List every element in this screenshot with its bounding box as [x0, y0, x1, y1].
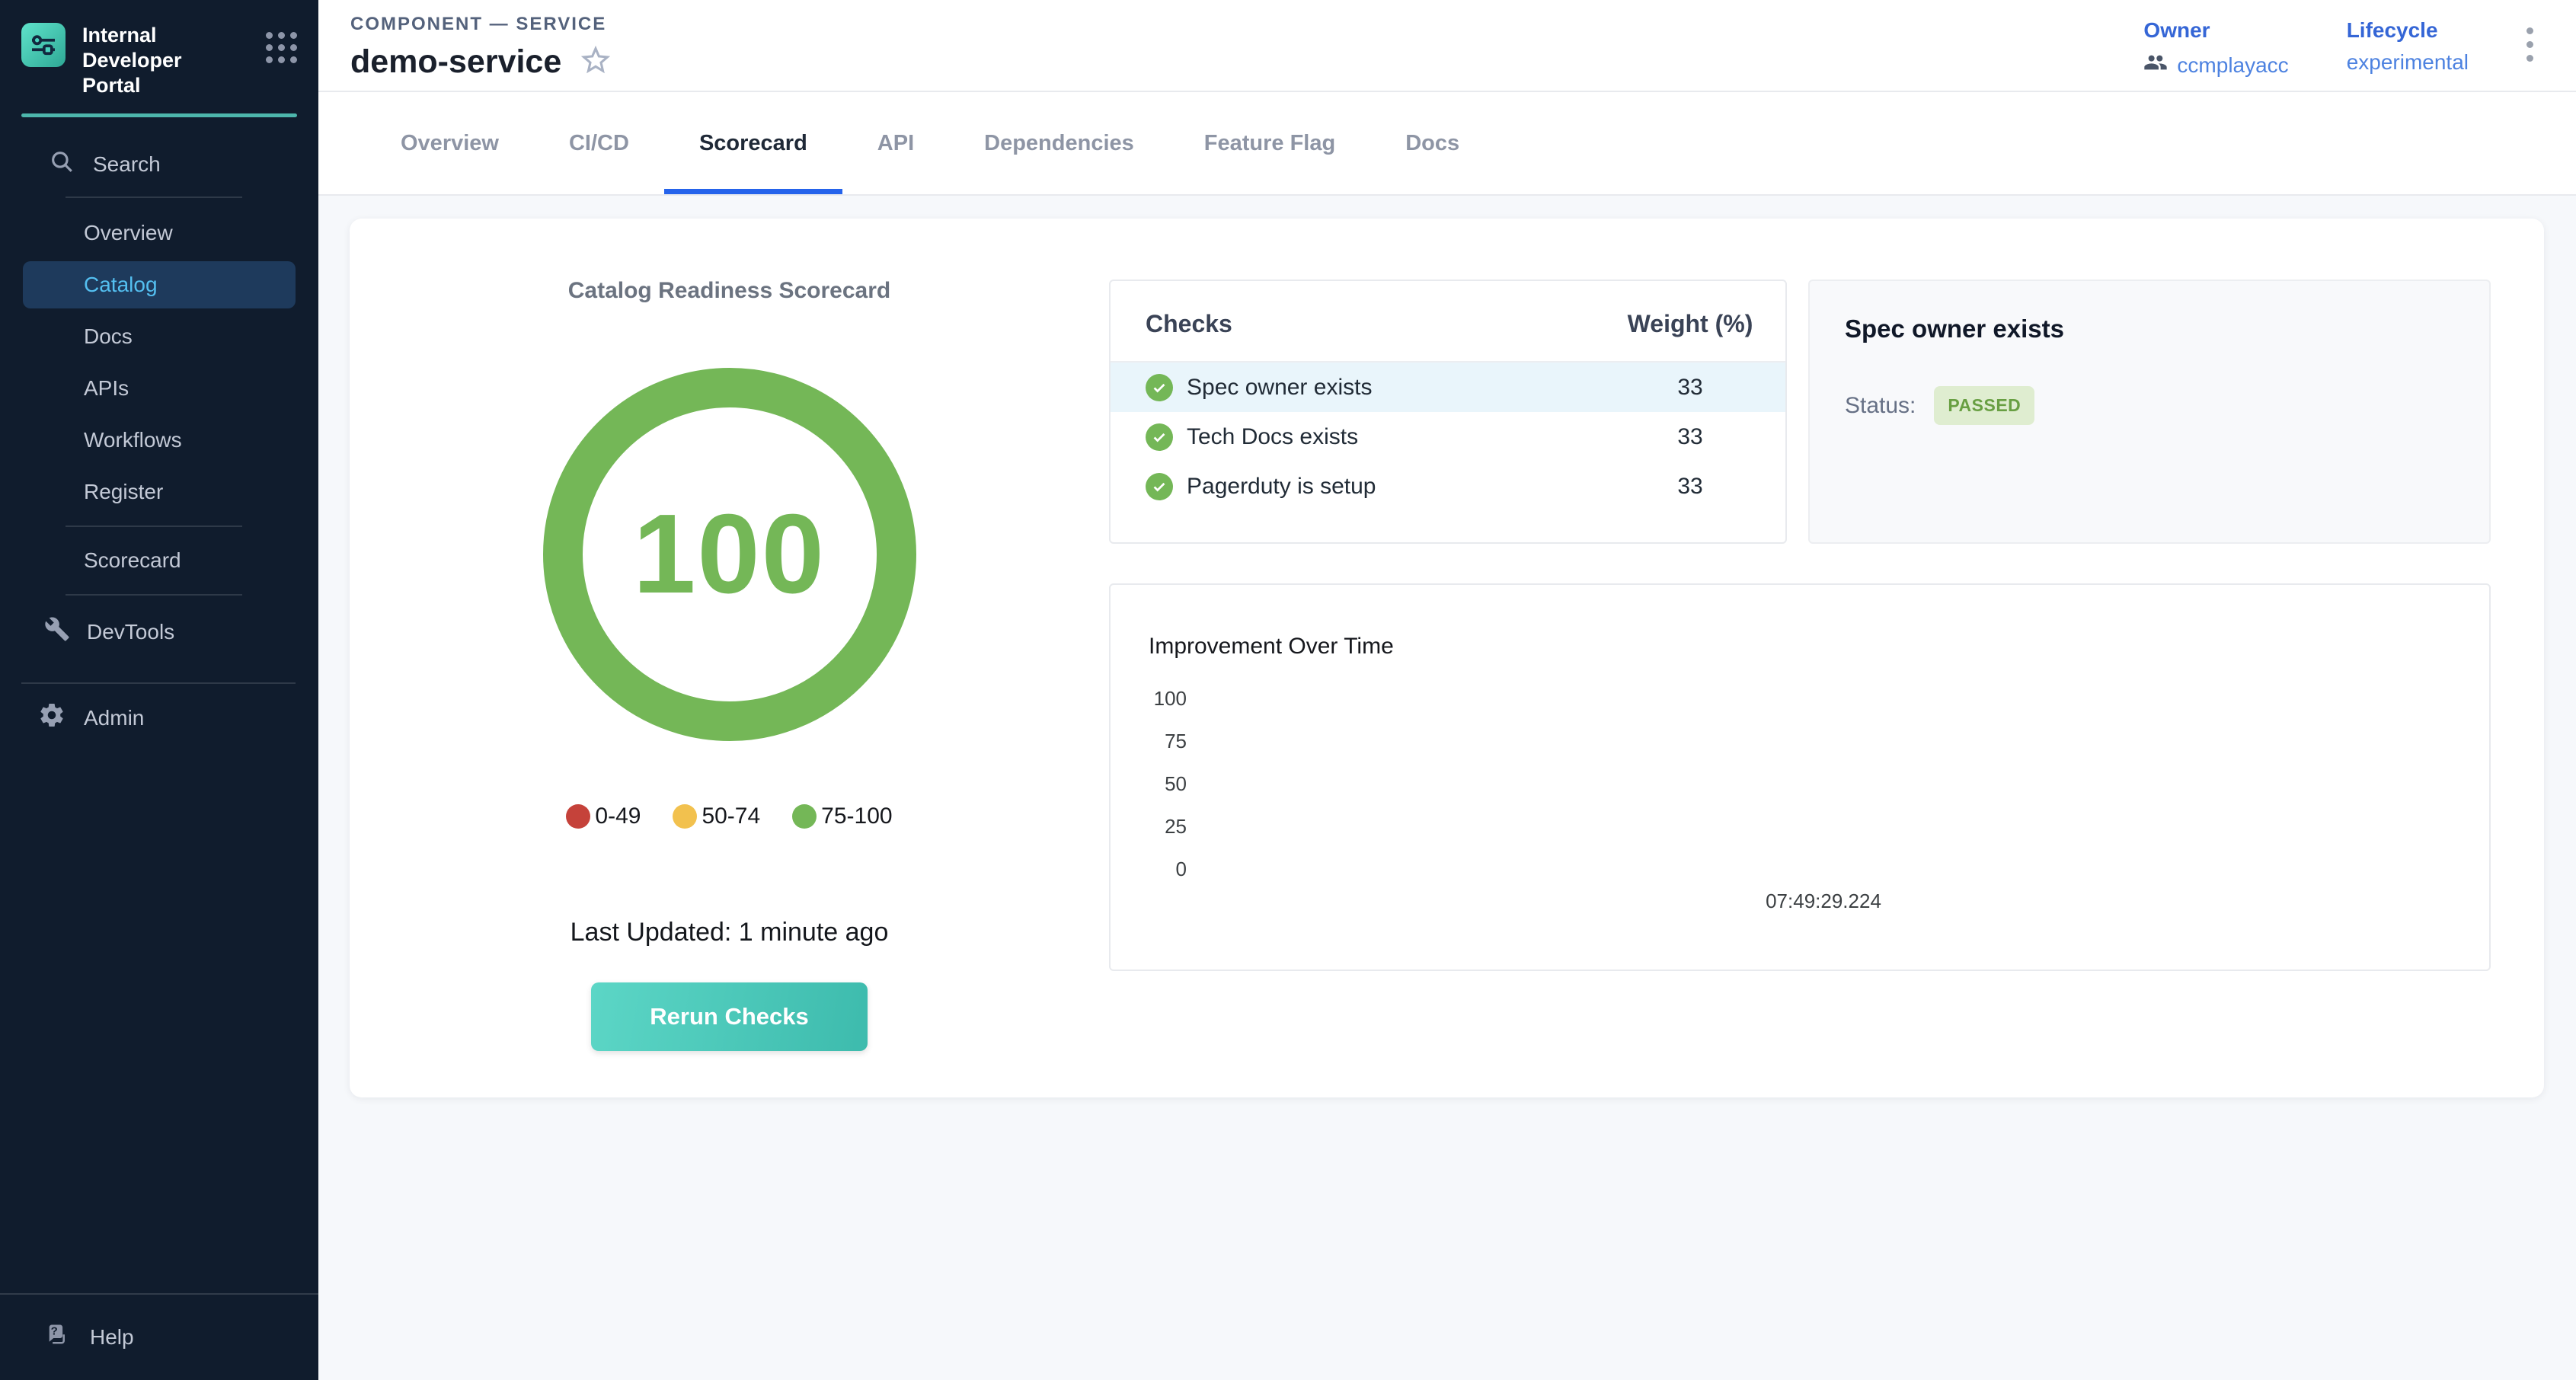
legend-item-high: 75-100 [792, 803, 892, 829]
check-passed-icon [1146, 473, 1173, 500]
tab-api[interactable]: API [842, 92, 949, 194]
x-axis-tick: 07:49:29.224 [1709, 890, 1938, 913]
sidebar-divider [66, 525, 242, 527]
check-name: Tech Docs exists [1187, 424, 1358, 450]
y-axis-tick: 25 [1126, 815, 1187, 839]
y-axis-tick: 0 [1126, 858, 1187, 881]
tab-scorecard[interactable]: Scorecard [664, 92, 842, 194]
portal-title: Internal Developer Portal [82, 23, 241, 98]
check-row-pagerduty[interactable]: Pagerduty is setup 33 [1111, 462, 1785, 511]
app-root: Internal Developer Portal Search Overvie… [0, 0, 2576, 1380]
legend-item-mid: 50-74 [673, 803, 760, 829]
sidebar-nav: Overview Catalog Docs APIs Workflows Reg… [0, 207, 318, 752]
logo-row: Internal Developer Portal [0, 0, 318, 98]
breadcrumb: COMPONENT — SERVICE [350, 0, 613, 35]
y-axis-tick: 50 [1126, 772, 1187, 796]
sidebar-item-scorecard[interactable]: Scorecard [0, 535, 318, 586]
check-detail-title: Spec owner exists [1845, 315, 2454, 343]
tab-cicd[interactable]: CI/CD [534, 92, 664, 194]
check-name: Spec owner exists [1187, 375, 1372, 401]
y-axis-tick: 100 [1126, 687, 1187, 711]
owner-value: ccmplayacc [2177, 53, 2288, 78]
score-value: 100 [633, 490, 826, 619]
tab-feature-flag[interactable]: Feature Flag [1169, 92, 1370, 194]
check-name: Pagerduty is setup [1187, 474, 1376, 500]
owner-label: Owner [2143, 18, 2288, 43]
sidebar-item-overview[interactable]: Overview [0, 207, 318, 259]
check-passed-icon [1146, 423, 1173, 451]
sidebar-divider [66, 196, 242, 198]
checks-column-header: Checks [1146, 310, 1232, 338]
favorite-star-icon[interactable] [578, 43, 613, 81]
lifecycle-value[interactable]: experimental [2347, 50, 2469, 75]
check-weight: 33 [1595, 474, 1785, 500]
check-passed-icon [1146, 374, 1173, 401]
last-updated-text: Last Updated: 1 minute ago [570, 918, 889, 947]
sidebar-item-help[interactable]: ? Help [0, 1293, 318, 1380]
score-gauge: 100 [543, 368, 916, 741]
rerun-checks-button[interactable]: Rerun Checks [591, 982, 868, 1051]
checks-table: Checks Weight (%) Spec owner exists 33 [1109, 280, 1787, 544]
sidebar-item-devtools[interactable]: DevTools [0, 603, 318, 661]
tab-overview[interactable]: Overview [366, 92, 534, 194]
scorecard-card: Catalog Readiness Scorecard 100 0-49 50-… [350, 219, 2544, 1097]
score-legend: 0-49 50-74 75-100 [566, 803, 892, 829]
y-axis-tick: 75 [1126, 730, 1187, 753]
legend-dot-yellow [673, 804, 697, 829]
tab-docs[interactable]: Docs [1370, 92, 1494, 194]
legend-dot-green [792, 804, 817, 829]
entity-meta: Owner ccmplayacc Lifecycle experimental [2143, 0, 2533, 80]
sidebar-item-catalog[interactable]: Catalog [23, 261, 296, 308]
search-icon [49, 149, 75, 180]
gauge-title: Catalog Readiness Scorecard [568, 278, 891, 304]
more-options-icon[interactable] [2526, 18, 2533, 62]
legend-dot-red [566, 804, 590, 829]
apps-grid-icon[interactable] [266, 32, 297, 63]
tab-dependencies[interactable]: Dependencies [949, 92, 1169, 194]
lifecycle-label: Lifecycle [2347, 18, 2469, 43]
wrench-icon [44, 616, 70, 647]
help-chat-icon: ? [43, 1321, 72, 1355]
sidebar: Internal Developer Portal Search Overvie… [0, 0, 318, 1380]
entity-header-left: COMPONENT — SERVICE demo-service [350, 0, 613, 81]
checks-table-header: Checks Weight (%) [1111, 281, 1785, 363]
entity-header: COMPONENT — SERVICE demo-service Owner [318, 0, 2576, 92]
improvement-chart: Improvement Over Time 100 75 50 25 0 07:… [1109, 583, 2491, 971]
group-icon [2143, 50, 2168, 80]
entity-tabs: Overview CI/CD Scorecard API Dependencie… [318, 92, 2576, 196]
check-detail-panel: Spec owner exists Status: PASSED [1808, 280, 2491, 544]
owner-stat: Owner ccmplayacc [2143, 18, 2288, 80]
sidebar-item-docs[interactable]: Docs [0, 311, 318, 363]
gear-icon [38, 701, 66, 734]
status-label: Status: [1845, 393, 1916, 419]
sidebar-search-label: Search [93, 152, 161, 177]
check-row-tech-docs[interactable]: Tech Docs exists 33 [1111, 412, 1785, 462]
svg-text:?: ? [51, 1324, 58, 1337]
gauge-column: Catalog Readiness Scorecard 100 0-49 50-… [350, 219, 1109, 1097]
portal-logo-icon [21, 23, 66, 67]
check-row-spec-owner[interactable]: Spec owner exists 33 [1111, 363, 1785, 412]
sidebar-item-workflows[interactable]: Workflows [0, 414, 318, 466]
weight-column-header: Weight (%) [1595, 310, 1785, 338]
sidebar-search[interactable]: Search [0, 148, 318, 181]
check-weight: 33 [1595, 424, 1785, 450]
sidebar-item-apis[interactable]: APIs [0, 363, 318, 414]
sidebar-item-admin[interactable]: Admin [0, 684, 318, 752]
checks-column: Checks Weight (%) Spec owner exists 33 [1109, 219, 2544, 1097]
sidebar-item-register[interactable]: Register [0, 466, 318, 518]
scorecard-content: Catalog Readiness Scorecard 100 0-49 50-… [318, 196, 2576, 1380]
check-weight: 33 [1595, 375, 1785, 401]
sidebar-accent-rule [21, 113, 297, 117]
owner-link[interactable]: ccmplayacc [2143, 50, 2288, 80]
status-badge: PASSED [1934, 386, 2034, 425]
legend-item-low: 0-49 [566, 803, 641, 829]
sidebar-divider [66, 594, 242, 596]
lifecycle-stat: Lifecycle experimental [2347, 18, 2469, 75]
main-area: COMPONENT — SERVICE demo-service Owner [318, 0, 2576, 1380]
page-title: demo-service [350, 43, 561, 81]
chart-title: Improvement Over Time [1149, 634, 1394, 660]
